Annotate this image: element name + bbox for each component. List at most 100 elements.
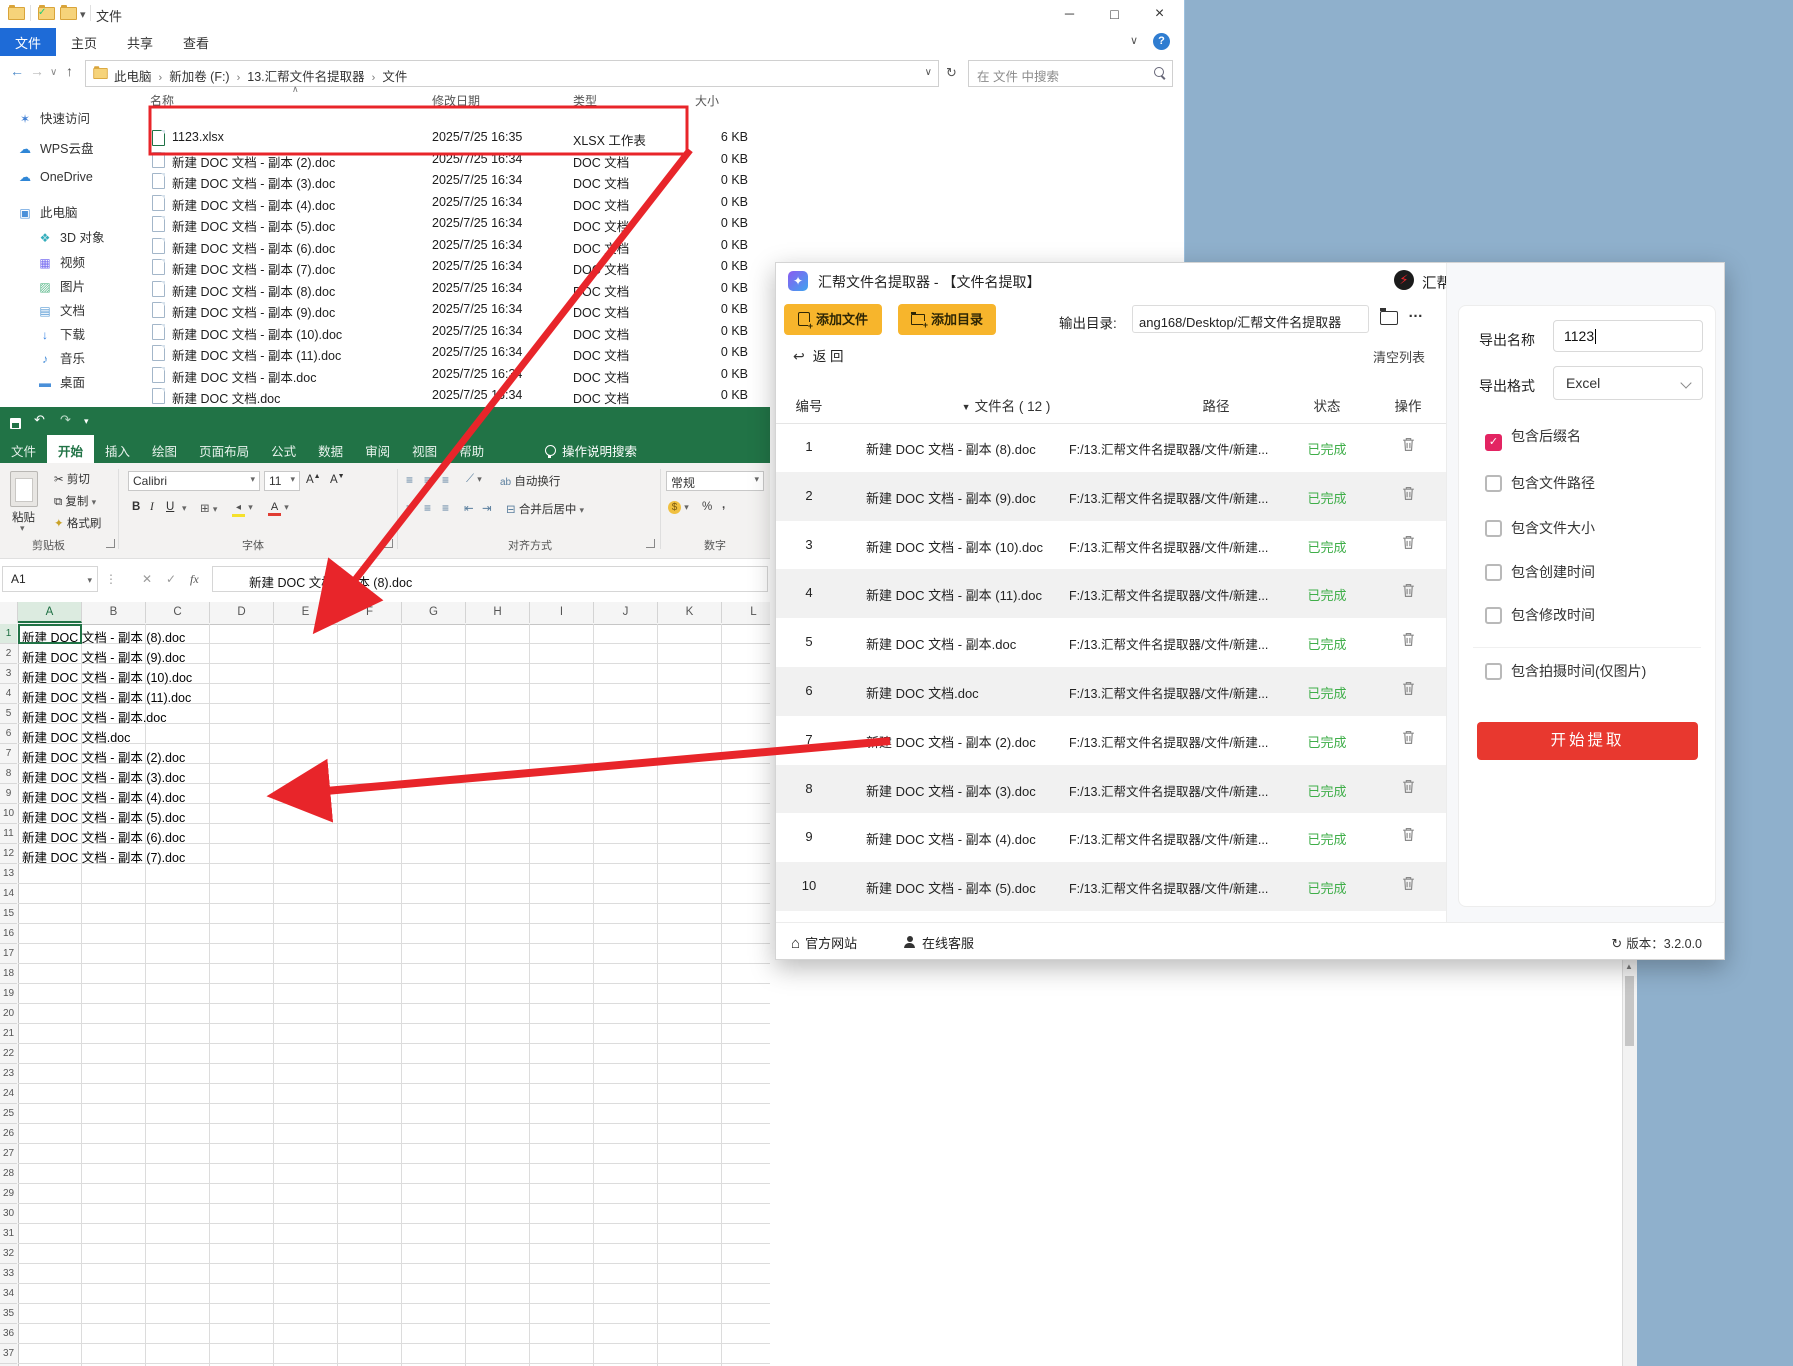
row-header-8[interactable]: 8: [0, 764, 17, 784]
cancel-icon[interactable]: ✕: [142, 572, 152, 586]
row-header-27[interactable]: 27: [0, 1144, 17, 1164]
row-header-4[interactable]: 4: [0, 684, 17, 704]
column-name[interactable]: 名称: [150, 92, 174, 109]
checkbox-icon[interactable]: [1485, 475, 1502, 492]
formula-input[interactable]: 新建 DOC 文档 - 副本 (8).doc: [212, 566, 768, 592]
table-row[interactable]: 8新建 DOC 文档 - 副本 (3).docF:/13.汇帮文件名提取器/文件…: [776, 765, 1446, 814]
output-dir-input[interactable]: ang168/Desktop/汇帮文件名提取器: [1132, 305, 1369, 333]
sidebar-item-文档[interactable]: ▤文档: [36, 300, 85, 320]
forward-icon[interactable]: →: [30, 63, 44, 79]
checkbox-checked-icon[interactable]: ✓: [1485, 434, 1502, 451]
row-header-16[interactable]: 16: [0, 924, 17, 944]
option-包含创建时间[interactable]: 包含创建时间: [1485, 562, 1595, 582]
row-header-32[interactable]: 32: [0, 1244, 17, 1264]
delete-row-icon[interactable]: [1396, 632, 1420, 650]
sidebar-item-快速访问[interactable]: ✶快速访问: [16, 108, 90, 128]
sidebar-item-WPS云盘[interactable]: ☁WPS云盘: [16, 138, 93, 158]
explorer-tab-主页[interactable]: 主页: [56, 28, 112, 57]
refresh-icon[interactable]: ↻: [946, 65, 957, 81]
excel-tab-页面布局[interactable]: 页面布局: [188, 435, 260, 465]
shrink-font-icon[interactable]: A▼: [330, 473, 345, 486]
cell-A8[interactable]: 新建 DOC 文档 - 副本 (3).doc: [22, 767, 185, 786]
column-header-A[interactable]: A: [18, 602, 82, 623]
row-header-28[interactable]: 28: [0, 1164, 17, 1184]
align-left-icon[interactable]: ≡: [406, 501, 412, 515]
cell-A3[interactable]: 新建 DOC 文档 - 副本 (10).doc: [22, 667, 192, 686]
cell-A2[interactable]: 新建 DOC 文档 - 副本 (9).doc: [22, 647, 185, 666]
row-header-15[interactable]: 15: [0, 904, 17, 924]
wrap-text-button[interactable]: ab 自动换行: [500, 473, 560, 489]
table-row[interactable]: 3新建 DOC 文档 - 副本 (10).docF:/13.汇帮文件名提取器/文…: [776, 521, 1446, 570]
file-row[interactable]: 新建 DOC 文档 - 副本 (2).doc2025/7/25 16:34DOC…: [140, 150, 1030, 172]
excel-tab-文件[interactable]: 文件: [0, 435, 47, 465]
delete-row-icon[interactable]: [1396, 437, 1420, 455]
background-scrollbar[interactable]: ▲: [1622, 960, 1637, 1366]
row-header-13[interactable]: 13: [0, 864, 17, 884]
search-box[interactable]: 在 文件 中搜索: [968, 60, 1173, 87]
column-header-J[interactable]: J: [594, 602, 658, 623]
excel-tab-审阅[interactable]: 审阅: [354, 435, 401, 465]
tell-me-search[interactable]: 操作说明搜索: [545, 441, 637, 460]
copy-button[interactable]: ⧉ 复制 ▾: [54, 493, 96, 509]
table-row[interactable]: 2新建 DOC 文档 - 副本 (9).docF:/13.汇帮文件名提取器/文件…: [776, 472, 1446, 521]
help-icon[interactable]: ?: [1153, 33, 1170, 50]
format-painter-button[interactable]: ✦ 格式刷: [54, 515, 101, 531]
underline-icon[interactable]: U: [166, 501, 174, 513]
selected-cell-A1[interactable]: [18, 624, 82, 644]
cell-A7[interactable]: 新建 DOC 文档 - 副本 (2).doc: [22, 747, 185, 766]
save-icon[interactable]: [10, 415, 21, 430]
font-color-icon[interactable]: A ▾: [268, 501, 289, 516]
address-dropdown-icon[interactable]: ∨: [925, 67, 932, 78]
scroll-up-icon[interactable]: ▲: [1625, 962, 1633, 971]
bold-icon[interactable]: B: [132, 501, 140, 513]
cut-button[interactable]: ✂ 剪切: [54, 471, 90, 487]
table-row[interactable]: 9新建 DOC 文档 - 副本 (4).docF:/13.汇帮文件名提取器/文件…: [776, 813, 1446, 862]
insert-function-icon[interactable]: fx: [190, 572, 199, 587]
align-right-icon[interactable]: ≡: [442, 501, 448, 515]
italic-icon[interactable]: I: [150, 501, 154, 513]
file-row[interactable]: 新建 DOC 文档 - 副本 (3).doc2025/7/25 16:34DOC…: [140, 171, 1030, 193]
excel-tab-公式[interactable]: 公式: [260, 435, 307, 465]
export-name-input[interactable]: 1123: [1553, 320, 1703, 352]
explorer-tab-文件[interactable]: 文件: [0, 28, 56, 57]
file-row[interactable]: 新建 DOC 文档 - 副本 (6).doc2025/7/25 16:34DOC…: [140, 236, 1030, 258]
row-header-30[interactable]: 30: [0, 1204, 17, 1224]
cell-A11[interactable]: 新建 DOC 文档 - 副本 (6).doc: [22, 827, 185, 846]
merge-center-button[interactable]: ⊟ 合并后居中 ▾: [506, 501, 584, 517]
excel-tab-插入[interactable]: 插入: [94, 435, 141, 465]
breadcrumb[interactable]: 此电脑›新加卷 (F:)›13.汇帮文件名提取器›文件: [114, 66, 407, 85]
collapse-ribbon-icon[interactable]: ∨: [1130, 34, 1138, 47]
sidebar-item-桌面[interactable]: ▬桌面: [36, 372, 85, 392]
decrease-indent-icon[interactable]: ⇤: [464, 501, 474, 515]
row-header-26[interactable]: 26: [0, 1124, 17, 1144]
row-header-2[interactable]: 2: [0, 644, 17, 664]
column-header-K[interactable]: K: [658, 602, 722, 623]
borders-icon[interactable]: ⊞ ▾: [200, 501, 217, 515]
row-header-35[interactable]: 35: [0, 1304, 17, 1324]
comma-format-icon[interactable]: ,: [722, 499, 725, 511]
cell-A10[interactable]: 新建 DOC 文档 - 副本 (5).doc: [22, 807, 185, 826]
row-header-3[interactable]: 3: [0, 664, 17, 684]
row-header-31[interactable]: 31: [0, 1224, 17, 1244]
breadcrumb-item[interactable]: 此电脑: [114, 70, 152, 84]
excel-tab-视图[interactable]: 视图: [401, 435, 448, 465]
enter-icon[interactable]: ✓: [166, 572, 176, 586]
row-header-29[interactable]: 29: [0, 1184, 17, 1204]
column-header-C[interactable]: C: [146, 602, 210, 623]
recent-dropdown-icon[interactable]: ∨: [50, 67, 57, 78]
font-size-combo[interactable]: 11▾: [264, 471, 300, 491]
export-format-select[interactable]: Excel: [1553, 366, 1703, 400]
percent-format-icon[interactable]: %: [702, 501, 712, 513]
row-header-17[interactable]: 17: [0, 944, 17, 964]
start-extract-button[interactable]: 开始提取: [1477, 722, 1698, 760]
header-filename[interactable]: ▼文件名 ( 12 ): [936, 395, 1076, 415]
row-header-18[interactable]: 18: [0, 964, 17, 984]
add-file-button[interactable]: 添加文件: [784, 304, 882, 335]
close-button[interactable]: ×: [1137, 0, 1182, 28]
minimize-button[interactable]: ─: [1047, 0, 1092, 28]
column-header-H[interactable]: H: [466, 602, 530, 623]
row-header-37[interactable]: 37: [0, 1344, 17, 1364]
cell-A9[interactable]: 新建 DOC 文档 - 副本 (4).doc: [22, 787, 185, 806]
column-header-I[interactable]: I: [530, 602, 594, 623]
back-button[interactable]: ↩返 回: [793, 345, 844, 365]
